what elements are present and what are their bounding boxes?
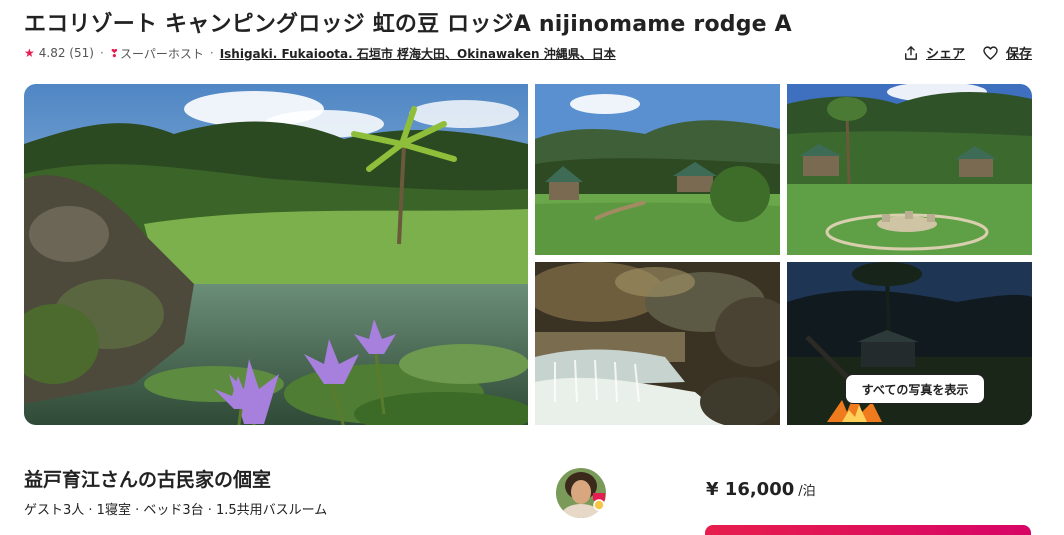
save-button[interactable]: 保存 [983, 43, 1032, 62]
photo-campfire-circle[interactable] [787, 84, 1032, 255]
listing-subtitle-row: ★ 4.82 (51) · ❣ スーパーホスト · Ishigaki. Fuka… [24, 43, 616, 63]
medal-icon: ❣ [109, 46, 119, 60]
room-details: ゲスト3人 · 1寝室 · ベッド3台 · 1.5共用バスルーム [24, 503, 328, 518]
photo-main[interactable] [24, 84, 528, 425]
price-amount: ¥ 16,000 [706, 479, 795, 500]
nightly-price: ¥ 16,000/泊 [706, 479, 816, 500]
show-all-photos-button[interactable]: すべての写真を表示 [845, 374, 985, 404]
superhost-medal-icon [590, 492, 608, 512]
rating[interactable]: 4.82 (51) [39, 46, 94, 60]
host-room-title: 益戸育江さんの古民家の個室 [24, 469, 272, 491]
reserve-button[interactable] [705, 525, 1031, 535]
heart-icon [983, 45, 998, 60]
listing-title: エコリゾート キャンピングロッジ 虹の豆 ロッジA nijinomame rod… [24, 12, 792, 37]
share-icon [904, 45, 918, 60]
separator: · [209, 46, 214, 60]
share-button[interactable]: シェア [904, 43, 965, 62]
save-label: 保存 [1005, 47, 1032, 62]
location-link[interactable]: Ishigaki. Fukaioota. 石垣市 桴海大田、Okinawaken… [220, 45, 616, 62]
share-label: シェア [925, 47, 965, 62]
separator: · [99, 46, 104, 60]
listing-actions: シェア 保存 [904, 43, 1032, 62]
star-icon: ★ [24, 46, 35, 60]
price-unit: /泊 [798, 484, 816, 499]
photo-river-rapids[interactable] [535, 262, 780, 425]
photo-cabins-lawn[interactable] [535, 84, 780, 255]
superhost-badge: スーパーホスト [119, 46, 204, 61]
